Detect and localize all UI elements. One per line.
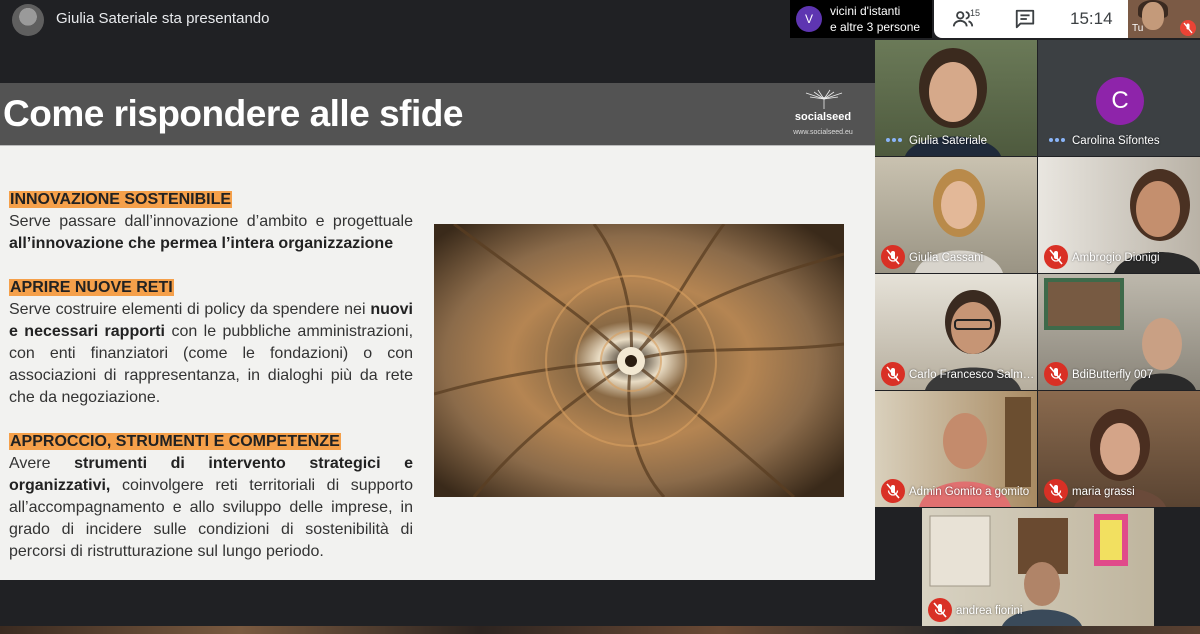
meeting-controls: 15 15:14	[934, 0, 1156, 38]
participant-name: Admin Gomito a gomito	[909, 486, 1030, 498]
mic-off-icon	[1180, 20, 1196, 36]
self-video-face	[1142, 2, 1164, 30]
section-heading: INNOVAZIONE SOSTENIBILE	[9, 191, 233, 208]
presenter-avatar	[12, 4, 44, 36]
spiral-staircase-photo	[434, 224, 844, 497]
presenter-title: Giulia Sateriale sta presentando	[56, 10, 270, 27]
section-heading: APRIRE NUOVE RETI	[9, 279, 174, 296]
brand-url: www.socialseed.eu	[793, 129, 853, 136]
slide-body: INNOVAZIONE SOSTENIBILE Serve passare da…	[9, 189, 413, 580]
mic-off-icon	[1044, 362, 1068, 386]
clock: 15:14	[1070, 9, 1113, 28]
participant-tile[interactable]: maria grassi	[1038, 391, 1200, 507]
participant-tile[interactable]: Admin Gomito a gomito	[875, 391, 1037, 507]
section-innovazione: INNOVAZIONE SOSTENIBILE Serve passare da…	[9, 189, 413, 255]
slide-header: Come rispondere alle sfide socialseed ww…	[0, 83, 875, 145]
people-button[interactable]	[952, 8, 986, 30]
participant-tile[interactable]: Carlo Francesco Salm…	[875, 274, 1037, 390]
presentation-slide: Come rispondere alle sfide socialseed ww…	[0, 83, 875, 580]
join-notification[interactable]: V vicini d'istanti e altre 3 persone	[790, 0, 932, 38]
join-avatar: V	[796, 6, 822, 32]
participant-name: Giulia Cassani	[909, 252, 984, 264]
participant-tile[interactable]: Ambrogio Dionigi	[1038, 157, 1200, 273]
body-text: Serve passare dall’innovazione d’ambito …	[9, 213, 413, 230]
mic-off-icon	[881, 362, 905, 386]
mic-off-icon	[1044, 479, 1068, 503]
mic-off-icon	[881, 245, 905, 269]
participant-tile[interactable]: C Carolina Sifontes	[1038, 40, 1200, 156]
self-view-tile[interactable]: Tu	[1128, 0, 1200, 38]
section-body: Avere strumenti di intervento strategici…	[9, 453, 413, 563]
brand-logo: socialseed www.socialseed.eu	[788, 89, 858, 141]
participant-tile[interactable]: BdiButterfly 007	[1038, 274, 1200, 390]
participant-name: Carlo Francesco Salm…	[909, 369, 1035, 381]
participant-avatar: C	[1096, 77, 1144, 125]
mic-off-icon	[928, 598, 952, 622]
mic-off-icon	[881, 479, 905, 503]
participant-tile[interactable]: Giulia Sateriale	[875, 40, 1037, 156]
slide-divider	[0, 145, 875, 146]
section-approccio: APPROCCIO, STRUMENTI E COMPETENZE Avere …	[9, 431, 413, 563]
dandelion-icon	[805, 89, 843, 109]
participant-name: BdiButterfly 007	[1072, 369, 1154, 381]
participant-name: maria grassi	[1072, 486, 1135, 498]
participant-name: andrea fiorini	[956, 605, 1023, 617]
speaking-icon	[886, 138, 902, 142]
body-text: Avere	[9, 455, 51, 472]
self-view-label: Tu	[1132, 23, 1144, 34]
section-heading: APPROCCIO, STRUMENTI E COMPETENZE	[9, 433, 341, 450]
join-text-line1: vicini d'istanti	[830, 4, 901, 18]
participant-tile[interactable]: andrea fiorini	[922, 508, 1154, 626]
join-text-line2: e altre 3 persone	[830, 20, 921, 34]
slide-title: Come rispondere alle sfide	[3, 93, 463, 134]
participant-name: Ambrogio Dionigi	[1072, 252, 1160, 264]
mic-off-icon	[1044, 245, 1068, 269]
section-reti: APRIRE NUOVE RETI Serve costruire elemen…	[9, 277, 413, 409]
chat-button[interactable]	[1014, 8, 1036, 30]
body-text: Serve costruire elementi di policy da sp…	[9, 301, 366, 318]
participant-name: Giulia Sateriale	[909, 135, 987, 147]
background-strip	[0, 626, 1200, 634]
section-body: Serve costruire elementi di policy da sp…	[9, 299, 413, 409]
section-body: Serve passare dall’innovazione d’ambito …	[9, 211, 413, 255]
body-bold-text: all’innovazione che permea l’intera orga…	[9, 235, 394, 252]
participant-name: Carolina Sifontes	[1072, 135, 1160, 147]
participant-tile[interactable]: Giulia Cassani	[875, 157, 1037, 273]
chat-icon	[1015, 9, 1035, 29]
people-count: 15	[970, 8, 981, 18]
brand-name: socialseed	[794, 111, 852, 123]
speaking-icon	[1049, 138, 1065, 142]
